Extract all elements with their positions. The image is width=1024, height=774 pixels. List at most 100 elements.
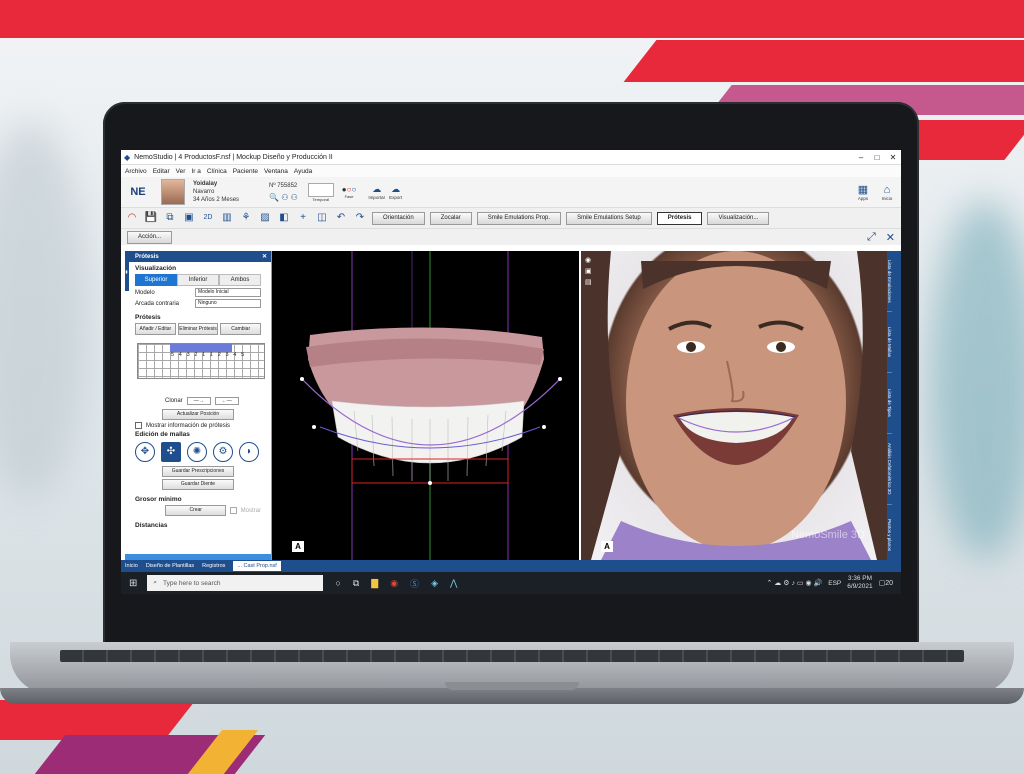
analisis-cefalometrico-tab[interactable]: Análisis Cefalométrico 3D [887, 434, 892, 505]
visualizacion-button[interactable]: Visualización... [707, 211, 770, 225]
import-button[interactable]: ☁ Importar [368, 184, 385, 200]
tab-diseno-plantillas[interactable]: Diseño de Plantillas [146, 563, 194, 569]
teeth-icon[interactable]: ⚘ [239, 211, 253, 225]
zocalar-button[interactable]: Zocalar [429, 211, 472, 225]
task-view-icon[interactable]: ⧉ [353, 578, 359, 589]
undo-icon[interactable]: ↶ [334, 211, 348, 225]
guardar-prescripciones-button[interactable]: Guardar Prescripciones [162, 466, 234, 477]
patient-tools-icon[interactable]: 🔍 ⚇ ⚇ [269, 194, 298, 202]
zoom-tool-icon[interactable]: ⚙ [213, 442, 233, 462]
puntos-planos-tab[interactable]: Puntos y planos [887, 505, 892, 566]
fase-dots-icon[interactable]: ●○○ [342, 185, 357, 194]
photo-tool-icon[interactable]: ▤ [585, 277, 597, 288]
tab-registros[interactable]: Registros [202, 563, 225, 569]
home-button[interactable]: ⌂ Inicio [875, 184, 899, 201]
clone-arrows-back[interactable]: ←— [214, 397, 239, 405]
tray-lang[interactable]: ESP [828, 580, 841, 587]
apps-button[interactable]: ▦ Apps [851, 183, 875, 201]
anadir-editar-button[interactable]: Añadir / Editar [135, 323, 176, 335]
chrome-icon[interactable]: ◉ [390, 578, 398, 589]
menu-clinica[interactable]: Clínica [207, 168, 227, 175]
temporal-block[interactable]: Temporal [307, 182, 334, 202]
fase-label: Fase [344, 194, 354, 199]
temporal-box[interactable] [307, 182, 334, 197]
clone-arrows[interactable]: —→ [186, 397, 211, 405]
actualizar-posicion-button[interactable]: Actualizar Posición [162, 409, 234, 420]
tray-clock[interactable]: 3:36 PM 6/9/2021 [847, 575, 872, 591]
tab-cast-prop[interactable]: ... Cast Prop.nsf [233, 561, 281, 571]
photo-badge-a: A [601, 541, 613, 552]
guardar-diente-button[interactable]: Guardar Diente [162, 479, 234, 490]
odontogram-selection [170, 344, 232, 352]
file-explorer-icon[interactable]: ▇ [371, 578, 378, 589]
image-icon[interactable]: ▨ [258, 211, 272, 225]
mostrar-checkbox[interactable] [230, 507, 237, 514]
seg-ambos[interactable]: Ambos [219, 274, 261, 286]
rotate-tool-icon[interactable]: ✣ [161, 442, 181, 462]
odontogram-grid[interactable]: 5 4 3 2 1 1 2 3 4 5 [137, 343, 265, 379]
odontogram-numbers: 5 4 3 2 1 1 2 3 4 5 [171, 352, 246, 358]
close-button[interactable]: ✕ [885, 153, 901, 162]
menu-editar[interactable]: Editar [153, 168, 170, 175]
fase-block[interactable]: ●○○ Fase [342, 185, 357, 199]
model-viewport[interactable]: A [272, 251, 579, 560]
redo-icon[interactable]: ↷ [353, 211, 367, 225]
orientacion-button[interactable]: Orientación [372, 211, 425, 225]
export-button[interactable]: ☁ Export [389, 184, 402, 200]
patient-photo[interactable]: ◉ ▣ ▤ NemoSmile 3D A [581, 251, 887, 560]
nemo-app-icon[interactable]: ⋀ [450, 578, 457, 589]
menu-ver[interactable]: Ver [176, 168, 186, 175]
modelo-select[interactable]: Modelo Inicial [195, 288, 261, 297]
lista-tipos-tab[interactable]: Lista de Tipos [887, 373, 892, 434]
mostrar-info-checkbox[interactable] [135, 422, 142, 429]
smile-emulations-setup-button[interactable]: Smile Emulations Setup [566, 211, 652, 225]
copy-icon[interactable]: ⧉ [163, 211, 177, 225]
menu-ayuda[interactable]: Ayuda [294, 168, 312, 175]
lista-mallas-tab[interactable]: Lista de Mallas [887, 312, 892, 373]
skype-icon[interactable]: Ⓢ [410, 577, 419, 590]
taskbar-search[interactable]: ⌕ Type here to search [147, 575, 324, 591]
notification-icon[interactable]: ▢20 [879, 579, 893, 587]
crosshair-icon[interactable]: + [296, 211, 310, 225]
camera-icon[interactable]: ◉ [585, 255, 597, 266]
panel-close-icon[interactable]: ✕ [262, 253, 267, 260]
minimize-button[interactable]: – [853, 153, 869, 162]
cambiar-button[interactable]: Cambiar [220, 323, 262, 335]
eliminar-protesis-button[interactable]: Eliminar Prótesis [177, 323, 219, 335]
sculpt-tool-icon[interactable]: ✺ [187, 442, 207, 462]
seg-superior[interactable]: Superior [135, 274, 177, 286]
maximize-button[interactable]: □ [869, 153, 885, 162]
menu-ventana[interactable]: Ventana [264, 168, 288, 175]
patient-avatar[interactable] [161, 179, 185, 205]
accion-button[interactable]: Acción... [127, 230, 173, 244]
smile-emulations-prop-button[interactable]: Smile Emulations Prop. [476, 211, 562, 225]
menu-paciente[interactable]: Paciente [233, 168, 258, 175]
layout-icon[interactable]: ◫ [315, 211, 329, 225]
tray-icons[interactable]: ⌃ ☁ ⚙ ♪ ▭ ◉ 🔊 [767, 579, 823, 587]
layers-icon[interactable]: ◧ [277, 211, 291, 225]
app-icon[interactable]: ◈ [431, 578, 438, 589]
menu-archivo[interactable]: Archivo [125, 168, 147, 175]
crear-button[interactable]: Crear [165, 505, 227, 516]
arcada-select[interactable]: Ninguno [195, 299, 261, 308]
windows-start-icon[interactable]: ⊞ [129, 578, 137, 589]
tooth-tool-icon[interactable]: ◗ [239, 442, 259, 462]
smile-icon[interactable]: ◠ [125, 211, 139, 225]
menu-bar: Archivo Editar Ver Ir a Clínica Paciente… [121, 165, 901, 177]
save-icon[interactable]: 💾 [144, 211, 158, 225]
seg-inferior[interactable]: Inferior [177, 274, 219, 286]
expand-icon[interactable]: ⤢ [867, 231, 876, 244]
view-box-icon[interactable]: ▣ [182, 211, 196, 225]
tab-inicio[interactable]: Inicio [125, 563, 138, 569]
vertical-tab[interactable]: ▮ [125, 251, 129, 291]
grid-icon[interactable]: ▥ [220, 211, 234, 225]
move-tool-icon[interactable]: ✥ [135, 442, 155, 462]
lista-emulaciones-tab[interactable]: Lista de Emulaciones [887, 251, 892, 312]
ne-logo[interactable]: NE [121, 178, 155, 206]
view-2d-icon[interactable]: 2D [201, 211, 215, 225]
close-view-icon[interactable]: ✕ [886, 231, 895, 244]
image-tool-icon[interactable]: ▣ [585, 266, 597, 277]
menu-ir-a[interactable]: Ir a [191, 168, 200, 175]
protesis-button[interactable]: Prótesis [656, 211, 703, 225]
cortana-icon[interactable]: ○ [335, 578, 340, 588]
